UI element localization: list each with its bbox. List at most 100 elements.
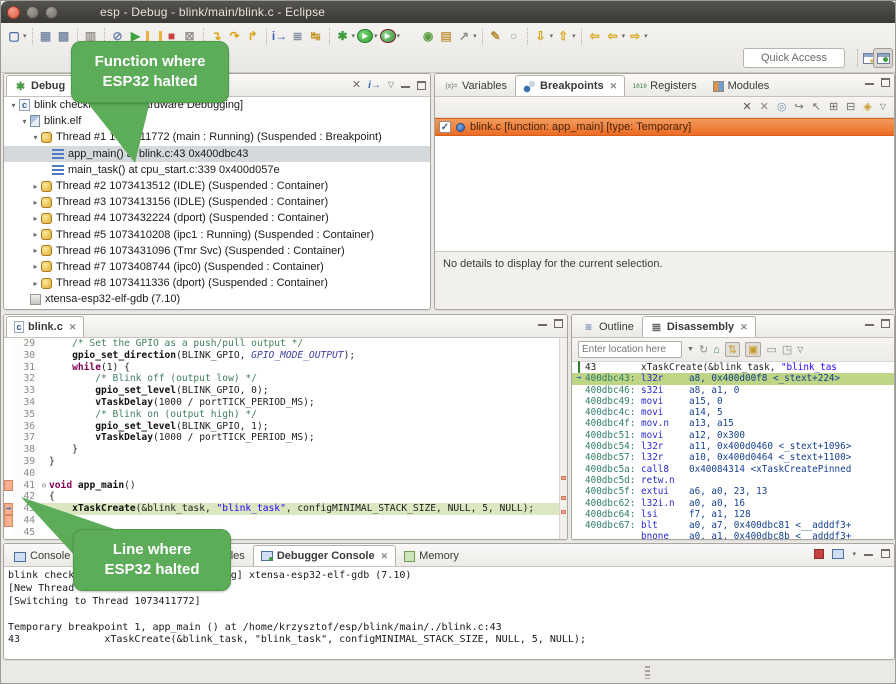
- remove-all-breakpoints-icon[interactable]: ✕: [760, 100, 769, 114]
- quick-access-button[interactable]: Quick Access: [743, 48, 845, 68]
- code-line[interactable]: 36 gpio_set_level(BLINK_GPIO, 1);: [4, 421, 567, 433]
- disasm-row[interactable]: 400dbc62:l32i.na0, a0, 16: [572, 498, 894, 509]
- new-wizard-button[interactable]: ▢▾: [5, 26, 28, 46]
- dropdown-arrow-icon[interactable]: ▾: [23, 32, 27, 40]
- close-tab-icon[interactable]: ✕: [381, 551, 389, 562]
- save-all-button[interactable]: ▩: [55, 26, 73, 46]
- skip-all-breakpoints-icon[interactable]: ↖: [812, 100, 821, 114]
- overview-mark[interactable]: [561, 476, 566, 480]
- tree-row[interactable]: ▸Thread #6 1073431096 (Tmr Svc) (Suspend…: [4, 243, 430, 259]
- close-tab-icon[interactable]: ✕: [69, 322, 77, 333]
- search-button[interactable]: ○: [505, 26, 523, 46]
- minimize-view-icon[interactable]: [864, 548, 873, 556]
- tree-row[interactable]: app_main() at blink.c:43 0x400dbc43: [4, 146, 430, 162]
- tab-debugger-console[interactable]: Debugger Console ✕: [253, 545, 396, 566]
- tree-row[interactable]: xtensa-esp32-elf-gdb (7.10): [4, 291, 430, 307]
- tab-disassembly[interactable]: Disassembly ✕: [642, 316, 756, 337]
- twist-closed-icon[interactable]: ▸: [30, 182, 41, 191]
- disasm-body[interactable]: 43xTaskCreate(&blink_task, "blink_tas→40…: [572, 362, 894, 540]
- debug-perspective-button[interactable]: [873, 48, 893, 68]
- resize-grip[interactable]: [645, 666, 650, 679]
- remove-breakpoint-icon[interactable]: ✕: [742, 100, 751, 114]
- tree-row[interactable]: ▸Thread #3 1073413156 (IDLE) (Suspended …: [4, 194, 430, 210]
- tab-memory[interactable]: Memory: [396, 545, 467, 566]
- disasm-row[interactable]: 400dbc4c:movia14, 5: [572, 407, 894, 418]
- minimize-view-icon[interactable]: [401, 80, 410, 88]
- new-view-icon[interactable]: ▭: [766, 343, 776, 356]
- debug-button[interactable]: ✱▾: [334, 26, 357, 46]
- maximize-button[interactable]: [45, 6, 58, 19]
- tab-blink-c[interactable]: blink.c ✕: [6, 316, 84, 337]
- code-line[interactable]: 38 }: [4, 444, 567, 456]
- code-line[interactable]: 40: [4, 468, 567, 480]
- go-to-file-icon[interactable]: ↪: [795, 100, 804, 114]
- tab-registers[interactable]: Registers: [625, 75, 704, 96]
- tab-breakpoints[interactable]: Breakpoints ✕: [515, 75, 625, 96]
- show-source-icon[interactable]: ▣: [745, 342, 761, 357]
- last-edit-location-button[interactable]: ⇦: [586, 26, 604, 46]
- instruction-stepping-button[interactable]: i→: [271, 26, 289, 46]
- launch-history-button[interactable]: ↗▾: [455, 26, 478, 46]
- twist-closed-icon[interactable]: ▸: [30, 262, 41, 271]
- location-input[interactable]: [578, 341, 682, 358]
- twist-open-icon[interactable]: ▾: [19, 117, 30, 126]
- tree-row[interactable]: ▸Thread #8 1073411336 (dport) (Suspended…: [4, 275, 430, 291]
- display-console-icon[interactable]: [832, 549, 844, 559]
- previous-annotation-button[interactable]: ⇧▾: [554, 26, 577, 46]
- tree-row[interactable]: ▸Thread #2 1073413512 (IDLE) (Suspended …: [4, 178, 430, 194]
- terminate-console-icon[interactable]: [814, 549, 824, 559]
- run-button[interactable]: ▶▾: [356, 26, 379, 46]
- dropdown-arrow-icon[interactable]: ▾: [644, 32, 648, 40]
- minimize-view-icon[interactable]: [865, 77, 874, 85]
- dropdown-arrow-icon[interactable]: ▾: [473, 32, 477, 40]
- fold-minus-icon[interactable]: ⊖: [39, 480, 49, 492]
- disasm-row[interactable]: 400dbc5d:retw.n: [572, 475, 894, 486]
- disasm-row[interactable]: 400dbc67:blta0, a7, 0x400dbc81 <__adddf3…: [572, 520, 894, 531]
- tree-row[interactable]: main_task() at cpu_start.c:339 0x400d057…: [4, 162, 430, 178]
- forward-button[interactable]: ⇨▾: [626, 26, 649, 46]
- open-task-button[interactable]: ◉: [419, 26, 437, 46]
- code-line[interactable]: 35 /* Blink on (output high) */: [4, 409, 567, 421]
- disasm-row[interactable]: →400dbc43:l32ra8, 0x400d00f8 <_stext+224…: [572, 373, 894, 384]
- format-brush-button[interactable]: ✎: [487, 26, 505, 46]
- code-line[interactable]: 32 /* Blink off (output low) */: [4, 373, 567, 385]
- minimize-button[interactable]: [26, 6, 39, 19]
- twist-closed-icon[interactable]: ▸: [30, 214, 41, 223]
- twist-open-icon[interactable]: ▾: [30, 133, 41, 142]
- link-with-debug-icon[interactable]: ◈: [863, 100, 871, 114]
- dropdown-arrow-icon[interactable]: ▾: [374, 32, 378, 40]
- dropdown-arrow-icon[interactable]: ▾: [622, 32, 626, 40]
- disasm-row[interactable]: 400dbc57:l32ra10, 0x400d0464 <_stext+110…: [572, 452, 894, 463]
- disasm-row[interactable]: 400dbc64:lsif7, a1, 128: [572, 509, 894, 520]
- maximize-view-icon[interactable]: [554, 319, 563, 328]
- twist-closed-icon[interactable]: ▸: [30, 246, 41, 255]
- twist-closed-icon[interactable]: ▸: [30, 198, 41, 207]
- tree-row[interactable]: ▸Thread #5 1073410208 (ipc1 : Running) (…: [4, 227, 430, 243]
- breakpoint-row[interactable]: ✓blink.c [function: app_main] [type: Tem…: [435, 118, 894, 136]
- open-resource-button[interactable]: ▤: [437, 26, 455, 46]
- view-menu-icon[interactable]: ▽: [388, 78, 394, 92]
- tree-row[interactable]: ▾blink.elf: [4, 113, 430, 129]
- disasm-row[interactable]: bnonea0, a1, 0x400dbc8b <__adddf3+: [572, 531, 894, 540]
- remove-all-terminated-icon[interactable]: ✕: [352, 78, 361, 92]
- home-icon[interactable]: ⌂: [713, 344, 720, 356]
- disasm-row[interactable]: 400dbc54:l32ra11, 0x400d0460 <_stext+109…: [572, 441, 894, 452]
- code-line[interactable]: 37 vTaskDelay(1000 / portTICK_PERIOD_MS)…: [4, 432, 567, 444]
- code-line[interactable]: 29 /* Set the GPIO as a push/pull output…: [4, 338, 567, 350]
- disasm-source-row[interactable]: 43xTaskCreate(&blink_task, "blink_tas: [572, 362, 894, 373]
- tree-row[interactable]: ▾Thread #1 1073411772 (main : Running) (…: [4, 129, 430, 145]
- disasm-row[interactable]: 400dbc5f:extuia6, a0, 23, 13: [572, 486, 894, 497]
- maximize-view-icon[interactable]: [881, 78, 890, 87]
- disasm-row[interactable]: 400dbc51:movia12, 0x300: [572, 430, 894, 441]
- back-button[interactable]: ⇦▾: [604, 26, 627, 46]
- tab-outline[interactable]: Outline: [574, 316, 642, 337]
- twist-closed-icon[interactable]: ▸: [30, 279, 41, 288]
- code-line[interactable]: 31 while(1) {: [4, 362, 567, 374]
- use-step-filters-button[interactable]: ↹: [307, 26, 325, 46]
- pin-view-icon[interactable]: ◳: [782, 343, 792, 356]
- view-menu-icon[interactable]: ▽: [880, 100, 886, 114]
- close-button[interactable]: [7, 6, 20, 19]
- show-breakpoints-for-selected-icon[interactable]: ◎: [777, 100, 787, 114]
- twist-closed-icon[interactable]: ▸: [30, 230, 41, 239]
- step-over-button[interactable]: ↷: [226, 26, 244, 46]
